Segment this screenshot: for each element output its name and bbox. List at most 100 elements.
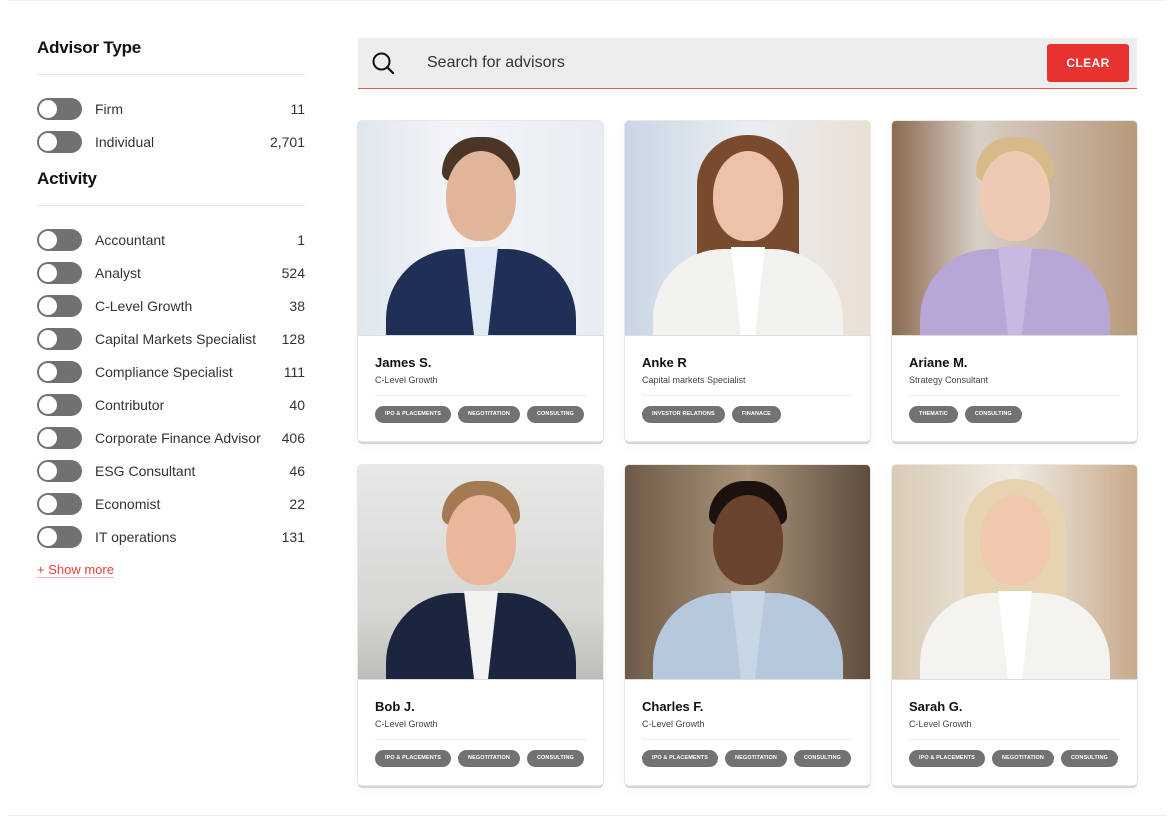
toggle-knob [39, 362, 57, 381]
skill-tag[interactable]: CONSULTING [964, 406, 1022, 423]
card-divider [909, 395, 1120, 396]
advisor-photo [892, 465, 1137, 680]
toggle-knob [39, 329, 57, 348]
card-body: Anke R Capital markets Specialist INVESTOR… [625, 336, 870, 423]
filter-toggle[interactable] [37, 525, 82, 548]
filter-label: IT operations [95, 528, 177, 545]
filter-count: 524 [281, 264, 305, 281]
advisor-type-heading: Advisor Type [37, 38, 142, 57]
filter-toggle[interactable] [37, 360, 82, 383]
filter-toggle[interactable] [37, 327, 82, 350]
skill-tag[interactable]: IPO & PLACEMENTS [375, 406, 451, 423]
toggle-knob [39, 230, 57, 249]
skill-tag[interactable]: CONSULTING [793, 750, 851, 767]
skill-tags: IPO & PLACEMENTS NEGOTITATION CONSULTING [375, 750, 586, 767]
filter-toggle[interactable] [37, 228, 82, 251]
filter-label: ESG Consultant [95, 462, 196, 479]
card-divider [375, 395, 586, 396]
top-divider [8, 0, 1166, 1]
skill-tag[interactable]: THEMATIC [909, 406, 958, 423]
filter-toggle[interactable] [37, 393, 82, 416]
filter-toggle[interactable] [37, 97, 82, 120]
card-body: Bob J. C-Level Growth IPO & PLACEMENTS NEGO… [358, 680, 603, 767]
show-more-link[interactable]: + Show more [37, 562, 114, 577]
advisor-card[interactable]: Bob J. C-Level Growth IPO & PLACEMENTS NEGO… [358, 465, 603, 785]
filter-count: 22 [289, 495, 305, 512]
search-input[interactable] [427, 48, 1047, 78]
search-icon [371, 51, 395, 75]
filter-toggle[interactable] [37, 426, 82, 449]
filter-count: 40 [289, 396, 305, 413]
filter-count: 11 [290, 100, 305, 117]
skill-tag[interactable]: IPO & PLACEMENTS [375, 750, 451, 767]
skill-tag[interactable]: CONSULTING [526, 750, 584, 767]
advisor-type-filter-list: Firm 11 Individual 2,701 [37, 92, 305, 158]
advisor-name: Sarah G. [909, 699, 963, 714]
skill-tag[interactable]: NEGOTITATION [458, 406, 520, 423]
filter-toggle[interactable] [37, 130, 82, 153]
filter-row: Capital Markets Specialist 128 [37, 322, 305, 355]
advisor-card[interactable]: Ariane M. Strategy Consultant THEMATIC CONS… [892, 121, 1137, 441]
skill-tag[interactable]: CONSULTING [526, 406, 584, 423]
filter-row: Compliance Specialist 111 [37, 355, 305, 388]
filter-count: 111 [283, 363, 305, 380]
filter-toggle[interactable] [37, 492, 82, 515]
filter-toggle[interactable] [37, 294, 82, 317]
skill-tag[interactable]: IPO & PLACEMENTS [909, 750, 985, 767]
skill-tag[interactable]: IPO & PLACEMENTS [642, 750, 718, 767]
search-bar: CLEAR [358, 38, 1137, 89]
advisor-photo [358, 465, 603, 680]
advisor-photo [358, 121, 603, 336]
card-body: Ariane M. Strategy Consultant THEMATIC CONS… [892, 336, 1137, 423]
skill-tag[interactable]: NEGOTITATION [725, 750, 787, 767]
advisor-role: C-Level Growth [375, 719, 438, 729]
skill-tag[interactable]: CONSULTING [1060, 750, 1118, 767]
advisor-role: C-Level Growth [909, 719, 972, 729]
advisor-card[interactable]: Anke R Capital markets Specialist INVESTOR… [625, 121, 870, 441]
filter-row: Economist 22 [37, 487, 305, 520]
clear-button[interactable]: CLEAR [1047, 44, 1129, 82]
card-divider [642, 739, 853, 740]
skill-tag[interactable]: FINANACE [731, 406, 781, 423]
filter-label: C-Level Growth [95, 297, 193, 314]
filter-label: Capital Markets Specialist [95, 330, 257, 347]
advisor-photo [625, 121, 870, 336]
advisor-card[interactable]: Charles F. C-Level Growth IPO & PLACEMENTS… [625, 465, 870, 785]
face-shape [446, 495, 516, 585]
skill-tag[interactable]: NEGOTITATION [992, 750, 1054, 767]
filter-toggle[interactable] [37, 261, 82, 284]
toggle-knob [39, 494, 57, 513]
skill-tag[interactable]: NEGOTITATION [458, 750, 520, 767]
card-body: Charles F. C-Level Growth IPO & PLACEMENTS… [625, 680, 870, 767]
filter-row: Analyst 524 [37, 256, 305, 289]
section-divider [37, 74, 305, 75]
advisor-name: Anke R [642, 355, 687, 370]
advisor-photo [625, 465, 870, 680]
face-shape [446, 151, 516, 241]
filter-label: Contributor [95, 396, 165, 413]
filter-row: ESG Consultant 46 [37, 454, 305, 487]
card-body: Sarah G. C-Level Growth IPO & PLACEMENTS NE… [892, 680, 1137, 767]
filter-count: 46 [289, 462, 305, 479]
card-divider [909, 739, 1120, 740]
advisor-card[interactable]: Sarah G. C-Level Growth IPO & PLACEMENTS NE… [892, 465, 1137, 785]
skill-tag[interactable]: INVESTOR RELATIONS [642, 406, 725, 423]
filter-row: Accountant 1 [37, 223, 305, 256]
filter-label: Individual [95, 133, 155, 150]
filter-label: Analyst [95, 264, 141, 281]
advisor-card[interactable]: James S. C-Level Growth IPO & PLACEMENTS NE… [358, 121, 603, 441]
advisor-name: Ariane M. [909, 355, 968, 370]
toggle-knob [39, 527, 57, 546]
advisor-card-grid: James S. C-Level Growth IPO & PLACEMENTS NE… [358, 121, 1137, 785]
filter-count: 1 [297, 231, 305, 248]
filter-row: IT operations 131 [37, 520, 305, 553]
filter-row: C-Level Growth 38 [37, 289, 305, 322]
toggle-knob [39, 395, 57, 414]
filter-count: 406 [281, 429, 305, 446]
card-divider [642, 395, 853, 396]
advisor-photo [892, 121, 1137, 336]
toggle-knob [39, 99, 57, 118]
filter-row: Corporate Finance Advisor 406 [37, 421, 305, 454]
advisor-name: Bob J. [375, 699, 415, 714]
filter-toggle[interactable] [37, 459, 82, 482]
